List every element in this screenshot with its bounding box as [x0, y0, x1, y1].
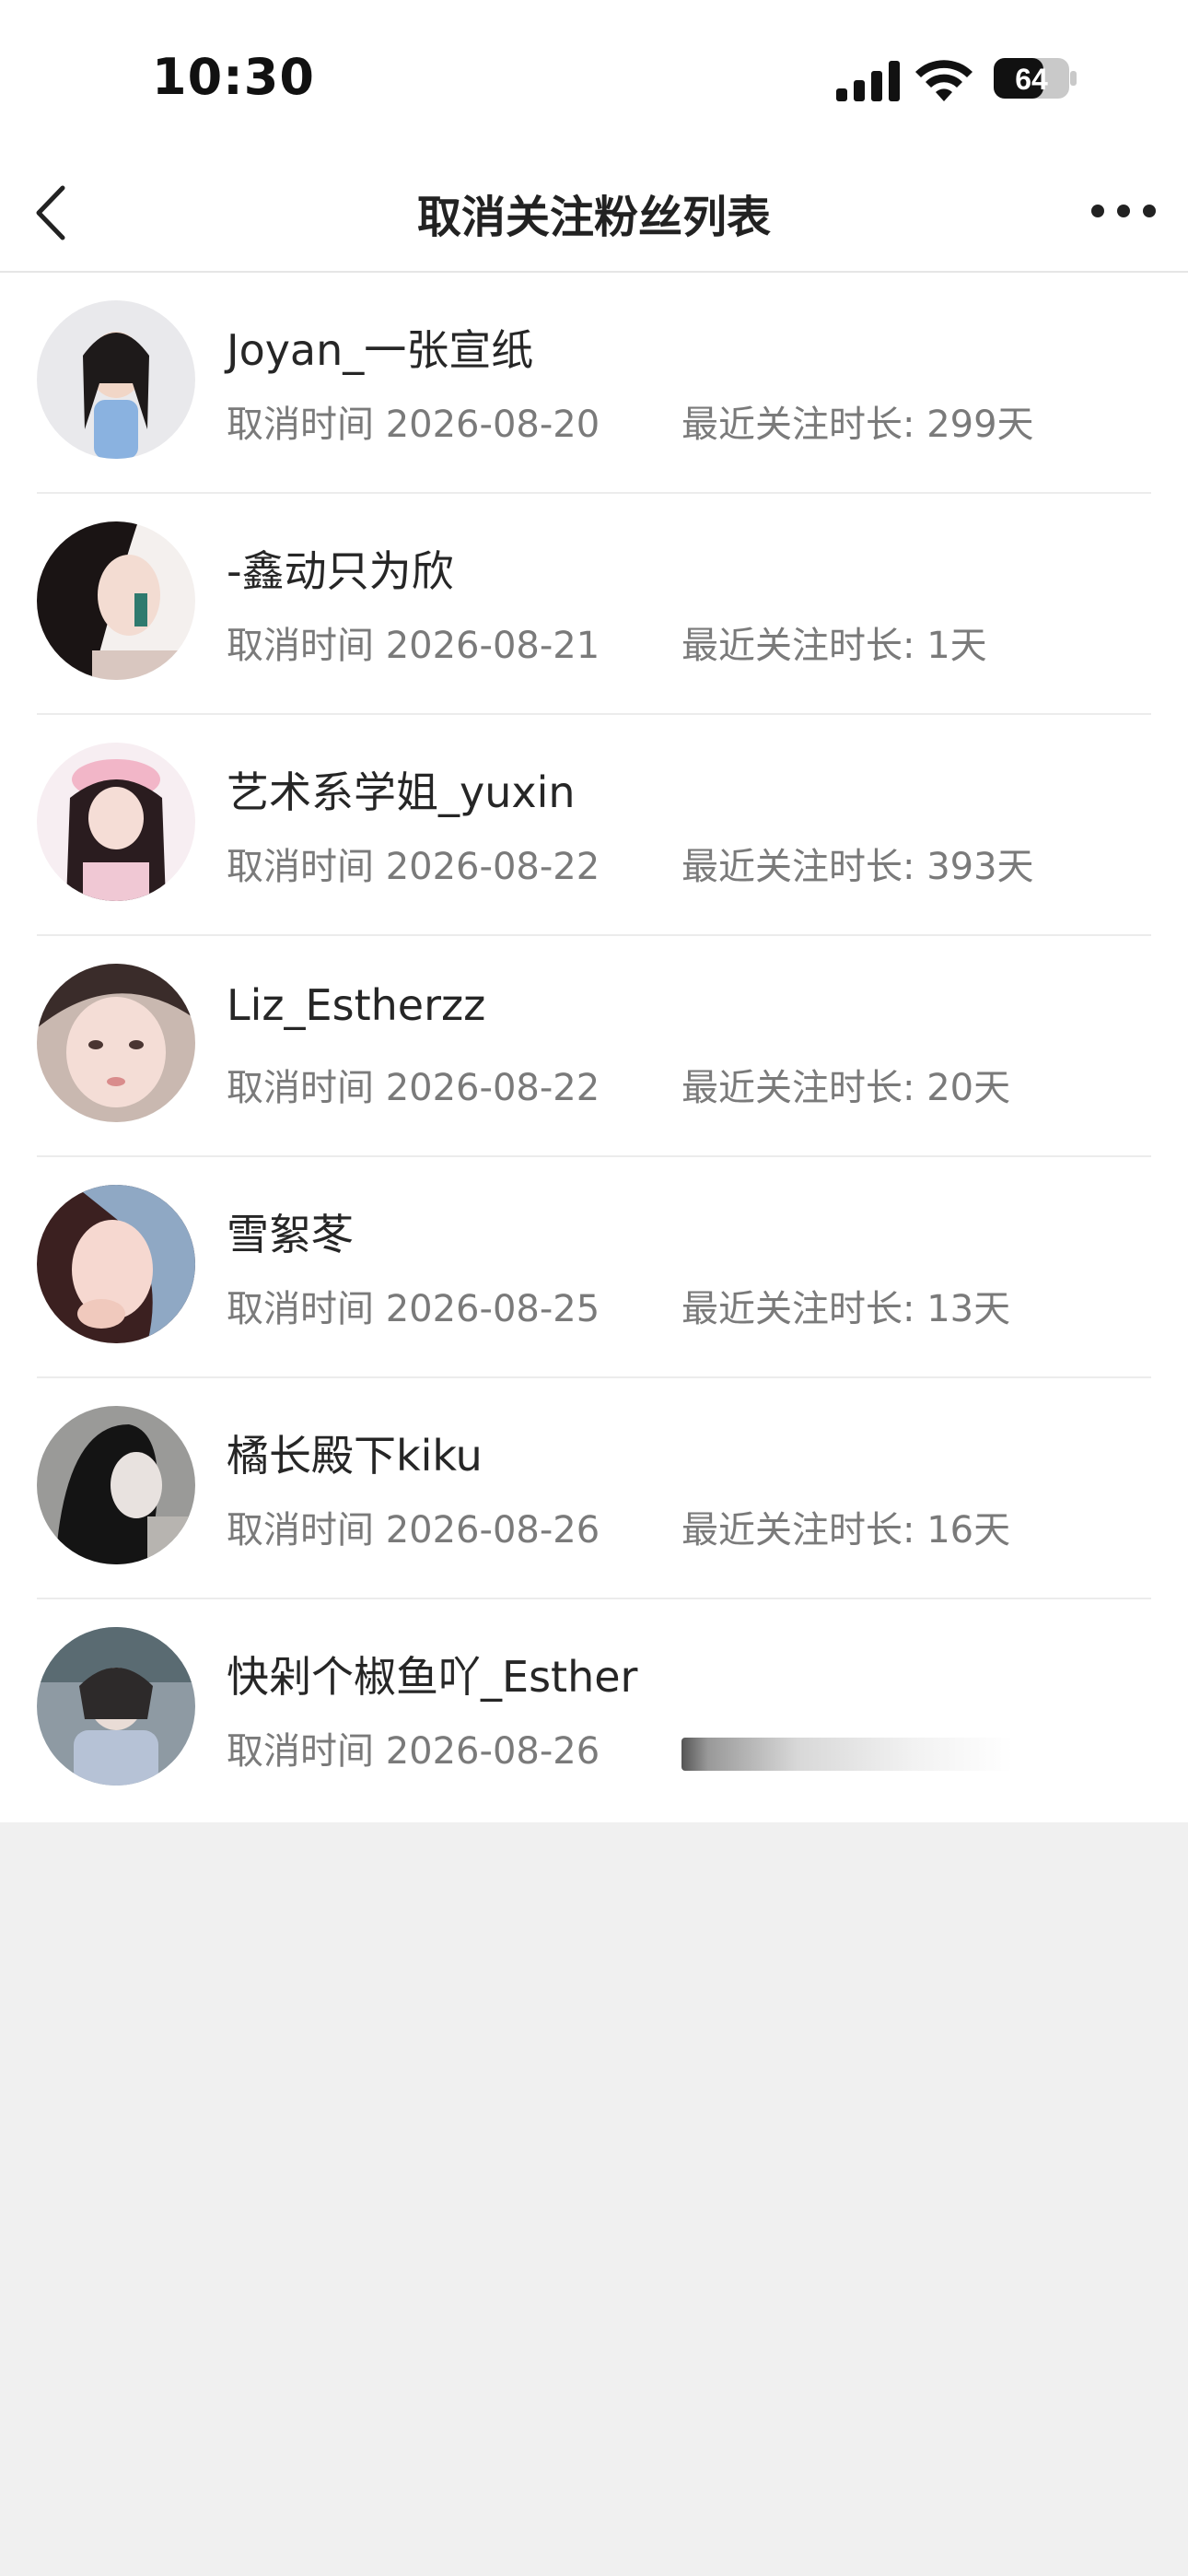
- cancel-time: 取消时间 2026-08-20: [227, 404, 600, 446]
- list-item[interactable]: Liz_Estherzz 取消时间 2026-08-22 最近关注时长: 20天: [0, 936, 1188, 1157]
- fan-name: Joyan_一张宣纸: [227, 325, 534, 375]
- cancel-time: 取消时间 2026-08-21: [227, 625, 600, 667]
- fan-name: -鑫动只为欣: [227, 546, 454, 596]
- follow-duration: 最近关注时长: 1天: [681, 625, 987, 667]
- avatar[interactable]: [37, 521, 195, 680]
- list-item[interactable]: 橘长殿下kiku 取消时间 2026-08-26 最近关注时长: 16天: [0, 1378, 1188, 1599]
- avatar[interactable]: [37, 743, 195, 901]
- cancel-time: 取消时间 2026-08-22: [227, 1067, 600, 1109]
- avatar[interactable]: [37, 1627, 195, 1786]
- signal-icon: [836, 61, 900, 101]
- unfollow-fan-list: Joyan_一张宣纸 取消时间 2026-08-20 最近关注时长: 299天 …: [0, 273, 1188, 1822]
- cancel-time: 取消时间 2026-08-26: [227, 1730, 600, 1773]
- status-time: 10:30: [152, 48, 315, 106]
- battery-icon: 64: [994, 58, 1077, 99]
- list-item[interactable]: -鑫动只为欣 取消时间 2026-08-21 最近关注时长: 1天: [0, 494, 1188, 715]
- fan-name: 橘长殿下kiku: [227, 1431, 483, 1481]
- follow-duration: 最近关注时长: 20天: [681, 1067, 1011, 1109]
- avatar[interactable]: [37, 964, 195, 1122]
- fan-name: 雪絮苳: [227, 1210, 354, 1259]
- more-dots-icon: [1091, 205, 1156, 217]
- fan-name: Liz_Estherzz: [227, 980, 486, 1030]
- list-item[interactable]: 艺术系学姐_yuxin 取消时间 2026-08-22 最近关注时长: 393天: [0, 715, 1188, 936]
- follow-duration: 最近关注时长: 393天: [681, 846, 1034, 888]
- avatar[interactable]: [37, 300, 195, 459]
- follow-duration: 最近关注时长: 299天: [681, 404, 1034, 446]
- list-item[interactable]: Joyan_一张宣纸 取消时间 2026-08-20 最近关注时长: 299天: [0, 273, 1188, 494]
- list-item[interactable]: 快剁个椒鱼吖_Esther 取消时间 2026-08-26: [0, 1599, 1188, 1821]
- battery-level: 64: [1015, 63, 1048, 96]
- wifi-icon: [915, 60, 973, 101]
- more-button[interactable]: [1087, 188, 1160, 234]
- page-title: 取消关注粉丝列表: [416, 192, 771, 243]
- follow-duration: 最近关注时长: 16天: [681, 1509, 1011, 1551]
- avatar[interactable]: [37, 1185, 195, 1343]
- cancel-time: 取消时间 2026-08-25: [227, 1288, 600, 1330]
- cancel-time: 取消时间 2026-08-26: [227, 1509, 600, 1551]
- follow-duration: 最近关注时长: 13天: [681, 1288, 1011, 1330]
- cancel-time: 取消时间 2026-08-22: [227, 846, 600, 888]
- avatar[interactable]: [37, 1406, 195, 1564]
- nav-bar: 取消关注粉丝列表: [0, 157, 1188, 273]
- fan-name: 艺术系学姐_yuxin: [227, 767, 576, 817]
- status-bar: 10:30 64: [0, 0, 1188, 157]
- list-item[interactable]: 雪絮苳 取消时间 2026-08-25 最近关注时长: 13天: [0, 1157, 1188, 1378]
- follow-duration-loading: [681, 1738, 1013, 1771]
- fan-name: 快剁个椒鱼吖_Esther: [227, 1652, 638, 1702]
